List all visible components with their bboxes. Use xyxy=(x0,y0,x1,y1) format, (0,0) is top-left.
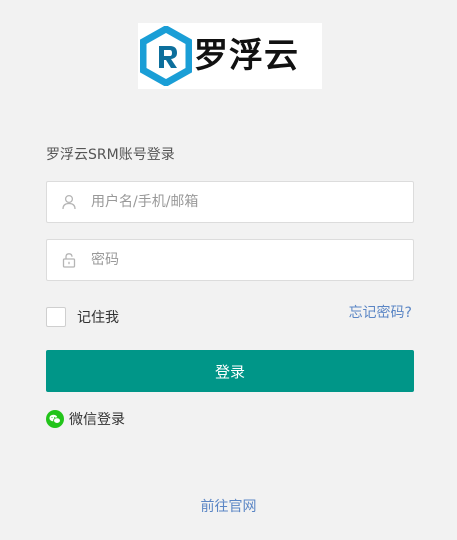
login-button[interactable]: 登录 xyxy=(46,350,414,392)
logo: 罗浮云 xyxy=(138,23,322,89)
user-icon xyxy=(61,194,77,210)
wechat-login-link[interactable]: 微信登录 xyxy=(46,409,125,429)
remember-label: 记住我 xyxy=(77,310,119,326)
password-field[interactable] xyxy=(46,239,414,281)
password-input[interactable] xyxy=(89,251,413,269)
username-input[interactable] xyxy=(89,193,413,211)
forgot-password-link[interactable]: 忘记密码? xyxy=(349,302,412,322)
username-field[interactable] xyxy=(46,181,414,223)
remember-me[interactable]: 记住我 xyxy=(46,307,119,327)
logo-mark-icon xyxy=(140,26,192,86)
remember-checkbox[interactable] xyxy=(46,307,66,327)
official-site-link[interactable]: 前往官网 xyxy=(0,496,457,516)
wechat-icon xyxy=(46,410,64,428)
lock-icon xyxy=(61,252,77,268)
logo-text: 罗浮云 xyxy=(194,36,299,76)
login-title: 罗浮云SRM账号登录 xyxy=(46,147,175,163)
wechat-login-label: 微信登录 xyxy=(69,412,125,428)
